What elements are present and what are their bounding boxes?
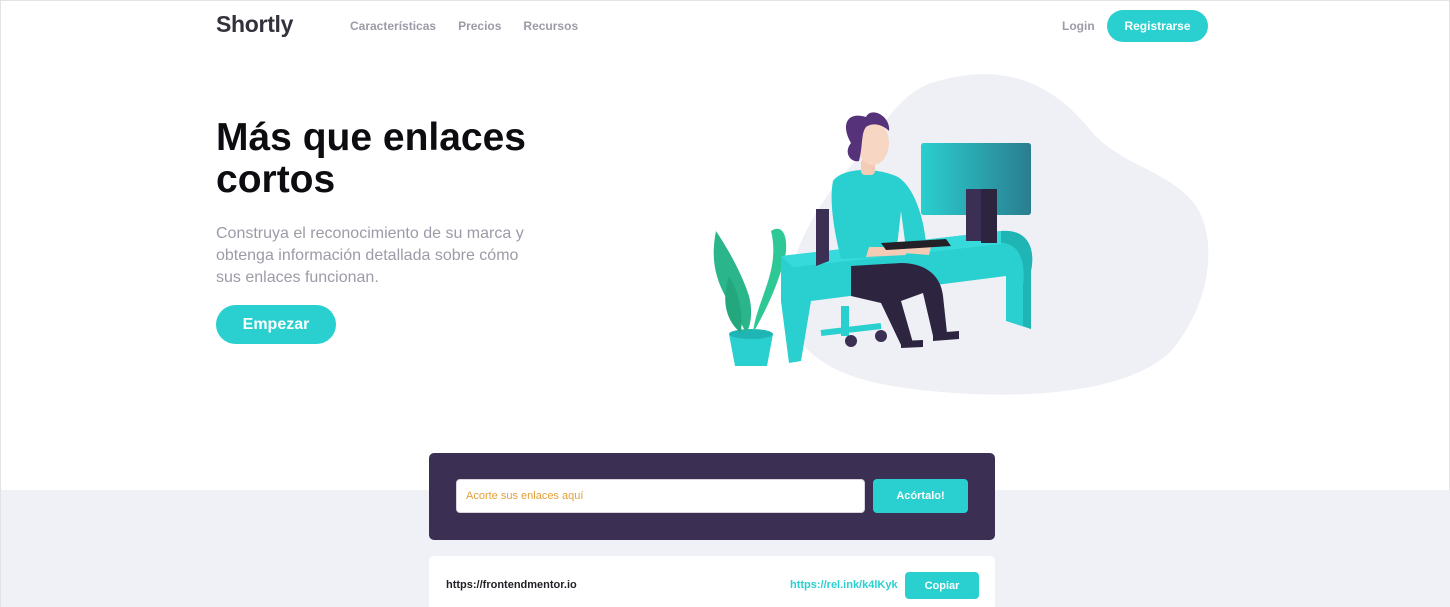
nav-link-precios[interactable]: Precios (458, 19, 501, 33)
short-url[interactable]: https://rel.ink/k4lKyk (790, 579, 898, 591)
page: Shortly Características Precios Recursos… (0, 0, 1450, 607)
shorten-button[interactable]: Acórtalo! (873, 479, 968, 513)
copy-button[interactable]: Copiar (905, 572, 979, 599)
hero-title: Más que enlaces cortos (216, 116, 526, 201)
hero-subtitle: Construya el reconocimiento de su marca … (216, 225, 524, 286)
get-started-button[interactable]: Empezar (216, 305, 336, 344)
original-url: https://frontendmentor.io (446, 579, 577, 591)
login-link[interactable]: Login (1062, 19, 1095, 33)
person-working-illustration (713, 74, 1209, 395)
signup-button[interactable]: Registrarse (1107, 10, 1208, 42)
main-nav: Características Precios Recursos (350, 19, 578, 33)
nav-link-recursos[interactable]: Recursos (523, 19, 578, 33)
nav-link-caracteristicas[interactable]: Características (350, 19, 436, 33)
result-row: https://frontendmentor.io https://rel.in… (429, 556, 995, 607)
url-input[interactable] (456, 479, 865, 513)
logo[interactable]: Shortly (216, 11, 293, 38)
shorten-form: Acórtalo! (429, 453, 995, 540)
